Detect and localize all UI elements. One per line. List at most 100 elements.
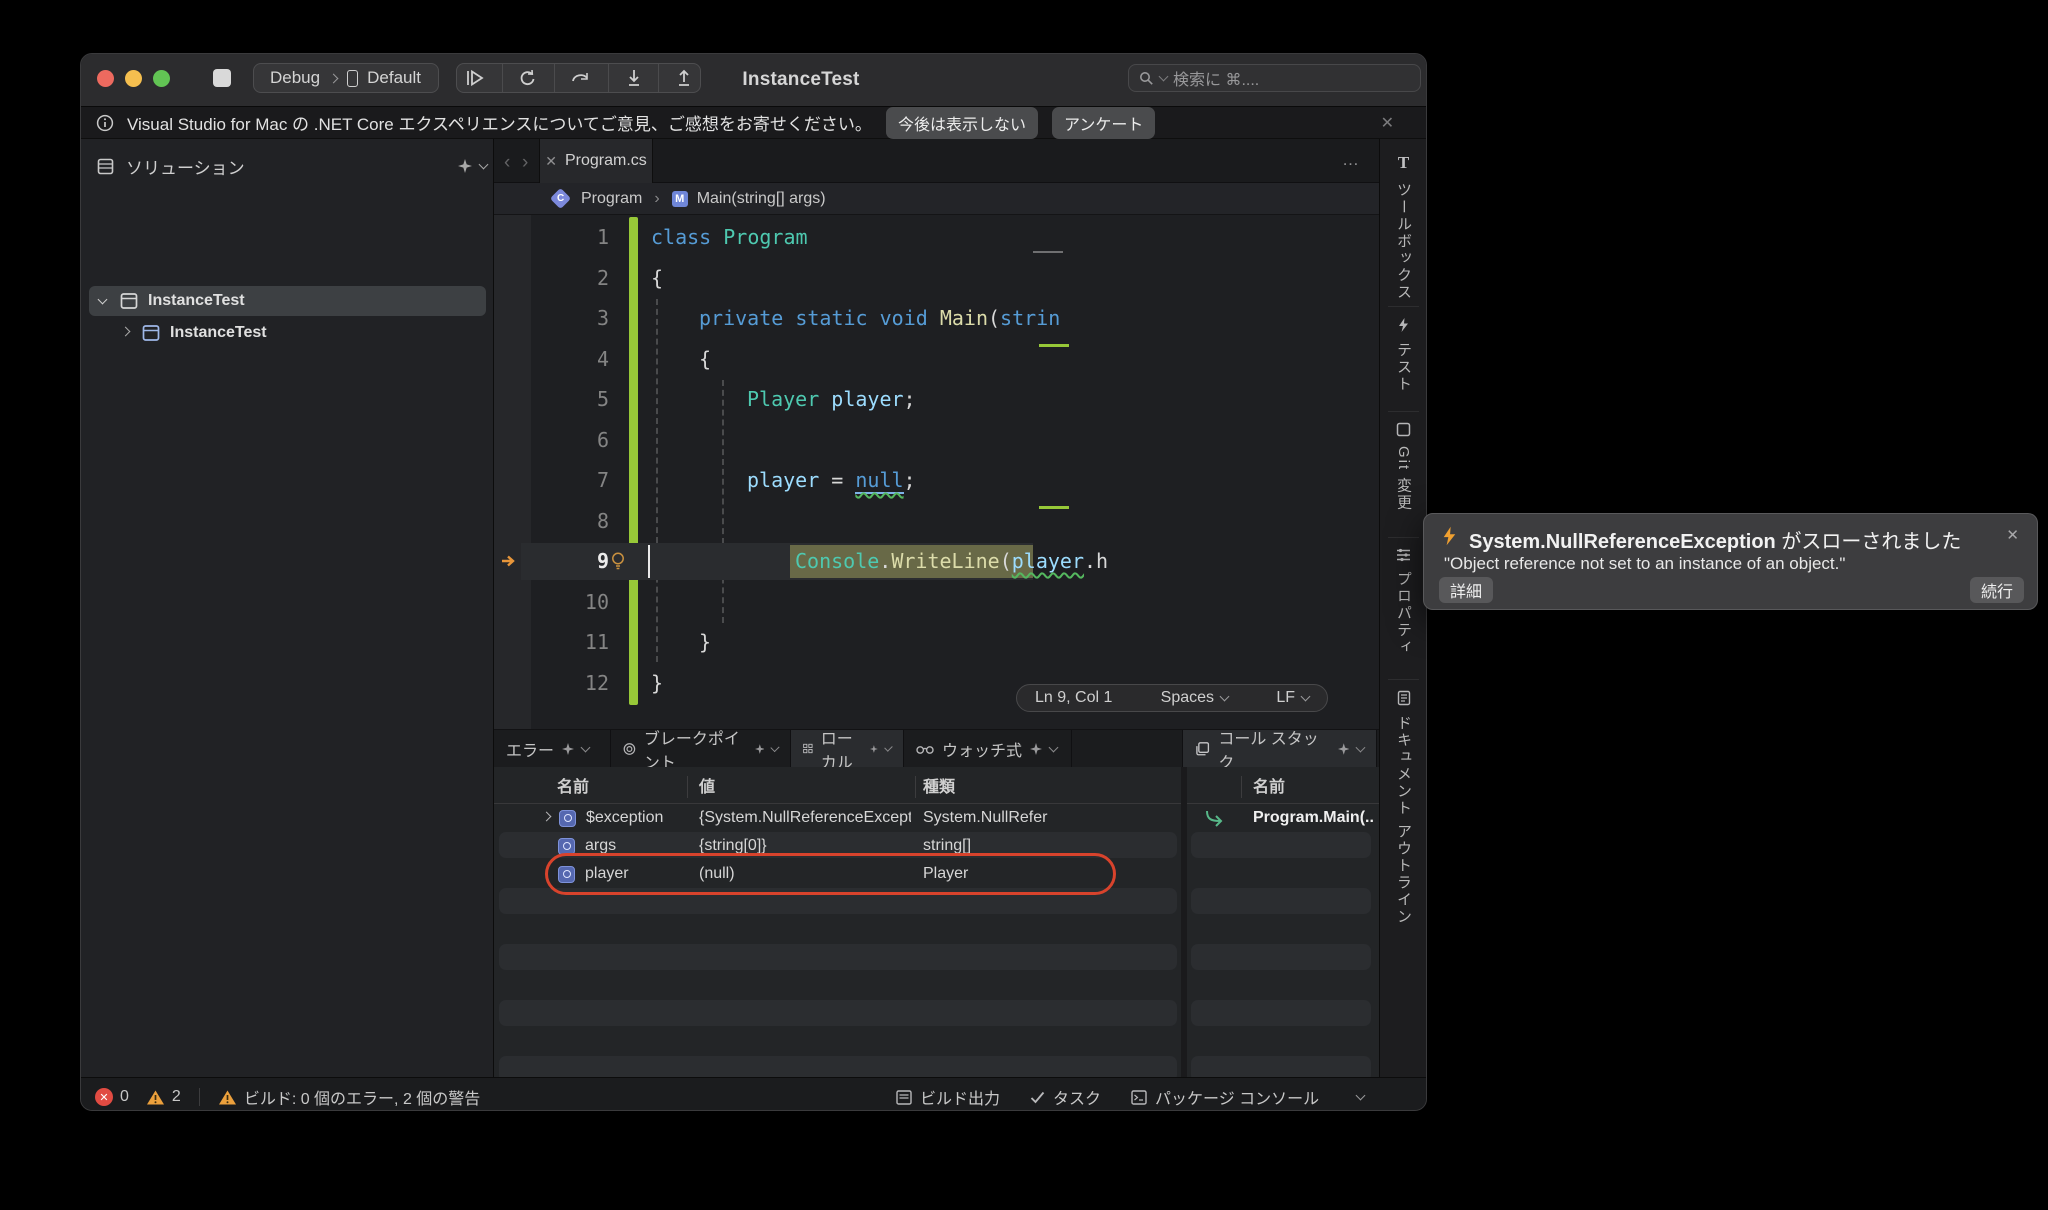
code-token: class — [651, 225, 723, 249]
details-button[interactable]: 詳細 — [1439, 577, 1493, 603]
build-summary: ビルド: 0 個のエラー, 2 個の警告 — [244, 1085, 480, 1109]
callstack-row[interactable]: Program.Main(.. — [1187, 804, 1381, 832]
minimize-window-button[interactable] — [125, 70, 142, 87]
dock-tab-properties[interactable]: プロパティ — [1380, 548, 1427, 656]
code-line[interactable]: 3private static void Main(strin — [494, 298, 1381, 339]
empty-row — [1191, 1000, 1371, 1026]
code-line[interactable]: 11} — [494, 622, 1381, 663]
chevron-down-icon[interactable] — [1049, 742, 1059, 752]
pin-icon[interactable] — [1338, 743, 1349, 755]
line-number[interactable]: 5 — [494, 379, 609, 420]
tree-item-project[interactable]: InstanceTest — [89, 318, 486, 348]
dock-tab-git-changes[interactable]: Git 変更 — [1380, 422, 1427, 511]
tab-program-cs[interactable]: ✕ Program.cs — [539, 139, 653, 183]
step-into-button[interactable] — [626, 69, 642, 87]
code-token: { — [651, 266, 663, 290]
chevron-collapsed-icon[interactable] — [121, 327, 131, 337]
line-number[interactable]: 7 — [494, 460, 609, 501]
tab-label: Program.cs — [565, 152, 647, 170]
chevron-down-icon[interactable] — [479, 160, 489, 170]
code-line[interactable]: 4{ — [494, 339, 1381, 380]
code-line[interactable]: 10 — [494, 582, 1381, 623]
code-editor[interactable]: 1class Program2{3private static void Mai… — [494, 215, 1381, 729]
package-console-tab[interactable]: パッケージ コンソール — [1131, 1085, 1319, 1109]
chevron-down-icon[interactable] — [771, 742, 780, 751]
locals-row[interactable]: $exception{System.NullReferenceException… — [494, 804, 1181, 832]
dock-tab-toolbox[interactable]: T ツールボックス — [1380, 153, 1427, 301]
line-number[interactable]: 1 — [494, 217, 609, 258]
pin-icon[interactable] — [870, 743, 878, 755]
zoom-window-button[interactable] — [153, 70, 170, 87]
close-notification-icon[interactable]: ✕ — [1381, 113, 1394, 133]
pin-icon[interactable] — [755, 743, 765, 755]
stop-debug-button[interactable] — [213, 69, 231, 87]
indent-mode-dropdown[interactable]: Spaces — [1161, 689, 1228, 707]
code-token: } — [651, 671, 663, 695]
warning-icon[interactable] — [146, 1089, 165, 1106]
chevron-down-icon[interactable] — [1356, 742, 1366, 752]
tab-callstack[interactable]: コール スタック — [1183, 730, 1377, 767]
continue-exec-button[interactable]: 続行 — [1970, 577, 2024, 603]
tasks-tab[interactable]: タスク — [1030, 1085, 1101, 1109]
chevron-expanded-icon[interactable] — [98, 295, 108, 305]
code-text: Player player; — [747, 379, 916, 420]
code-line[interactable]: 8 — [494, 501, 1381, 542]
continue-button[interactable] — [465, 69, 485, 87]
chevron-down-icon[interactable] — [1356, 1091, 1366, 1101]
line-number[interactable]: 3 — [494, 298, 609, 339]
variable-name: $exception — [586, 809, 663, 827]
restart-button[interactable] — [519, 69, 537, 87]
chevron-collapsed-icon[interactable] — [542, 812, 552, 822]
line-number[interactable]: 2 — [494, 258, 609, 299]
dock-tab-tests[interactable]: テスト — [1380, 317, 1427, 393]
pin-icon[interactable] — [458, 159, 472, 173]
tab-errors[interactable]: エラー — [494, 730, 611, 767]
pin-icon[interactable] — [1030, 743, 1042, 755]
pin-icon[interactable] — [562, 743, 574, 755]
close-popup-icon[interactable]: ✕ — [2006, 526, 2019, 544]
line-number[interactable]: 8 — [494, 501, 609, 542]
close-window-button[interactable] — [97, 70, 114, 87]
code-line[interactable]: 6 — [494, 420, 1381, 461]
dock-tab-document-outline[interactable]: ドキュメント アウトライン — [1380, 690, 1427, 925]
line-number[interactable]: 6 — [494, 420, 609, 461]
line-number[interactable]: 4 — [494, 339, 609, 380]
tab-breakpoints[interactable]: ブレークポイント — [611, 730, 791, 767]
code-token: ( — [988, 306, 1000, 330]
error-count-icon[interactable]: ✕ — [95, 1088, 113, 1106]
search-placeholder: 検索に ⌘.... — [1173, 66, 1259, 90]
code-line[interactable]: 9 Console.WriteLine(player.h — [494, 541, 1381, 582]
line-number[interactable]: 10 — [494, 582, 609, 623]
line-number[interactable]: 9 — [494, 541, 609, 582]
survey-button[interactable]: アンケート — [1052, 107, 1155, 139]
tab-locals[interactable]: ローカル — [791, 730, 904, 767]
search-input[interactable]: 検索に ⌘.... — [1128, 64, 1421, 92]
chevron-down-icon[interactable] — [884, 743, 892, 751]
tree-item-solution[interactable]: InstanceTest — [89, 286, 486, 316]
navigate-back-icon[interactable]: ‹ — [504, 152, 510, 174]
chevron-down-icon[interactable] — [581, 742, 591, 752]
navigate-forward-icon[interactable]: › — [522, 152, 528, 174]
code-line[interactable]: 7player = null; — [494, 460, 1381, 501]
code-token: . — [879, 549, 891, 573]
code-text: Console.WriteLine(player.h — [795, 541, 1108, 582]
step-out-button[interactable] — [676, 69, 692, 87]
eol-dropdown[interactable]: LF — [1276, 689, 1309, 707]
run-configuration-picker[interactable]: Debug Default — [253, 63, 439, 93]
lightbulb-icon[interactable] — [610, 551, 626, 571]
line-number[interactable]: 11 — [494, 622, 609, 663]
locals-col-name: 名前 — [557, 773, 589, 801]
tab-watch[interactable]: ウォッチ式 — [904, 730, 1072, 767]
tab-overflow-icon[interactable]: … — [1342, 150, 1359, 170]
breadcrumb-class[interactable]: Program — [581, 190, 642, 208]
line-number[interactable]: 12 — [494, 663, 609, 704]
code-text: } — [651, 663, 663, 704]
breadcrumb-method[interactable]: Main(string[] args) — [697, 190, 826, 208]
code-line[interactable]: 5 Player player; — [494, 379, 1381, 420]
code-line[interactable]: 2{ — [494, 258, 1381, 299]
build-output-tab[interactable]: ビルド出力 — [896, 1085, 1000, 1109]
close-tab-icon[interactable]: ✕ — [545, 153, 557, 170]
step-over-button[interactable] — [571, 69, 591, 87]
dont-show-again-button[interactable]: 今後は表示しない — [886, 107, 1038, 139]
code-line[interactable]: 1class Program — [494, 217, 1381, 258]
